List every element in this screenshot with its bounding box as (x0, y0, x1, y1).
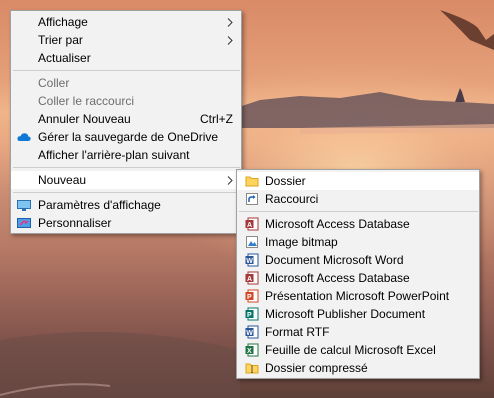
submenu-item-excel[interactable]: X Feuille de calcul Microsoft Excel (237, 341, 479, 359)
menu-item-label: Image bitmap (265, 235, 338, 249)
powerpoint-icon: P (245, 289, 259, 303)
menu-item-label: Feuille de calcul Microsoft Excel (265, 343, 436, 357)
menu-item-label: Gérer la sauvegarde de OneDrive (38, 130, 219, 144)
chevron-right-icon (227, 36, 233, 45)
menu-item-onedrive-backup[interactable]: Gérer la sauvegarde de OneDrive (11, 128, 241, 146)
submenu-item-publisher[interactable]: P Microsoft Publisher Document (237, 305, 479, 323)
submenu-item-rtf[interactable]: W Format RTF (237, 323, 479, 341)
word-icon: W (245, 253, 259, 267)
menu-item-label: Personnaliser (38, 216, 112, 230)
menu-item-actualiser[interactable]: Actualiser (11, 49, 241, 67)
folder-icon (245, 176, 259, 187)
menu-item-affichage[interactable]: Affichage (11, 13, 241, 31)
svg-text:P: P (247, 294, 252, 301)
desktop-context-menu: Affichage Trier par Actualiser Coller Co… (10, 10, 242, 234)
menu-item-label: Paramètres d'affichage (38, 198, 161, 212)
menu-item-trier-par[interactable]: Trier par (11, 31, 241, 49)
excel-icon: X (245, 343, 259, 357)
svg-text:W: W (246, 330, 253, 337)
rtf-icon: W (245, 325, 259, 339)
menu-item-label: Document Microsoft Word (265, 253, 404, 267)
menu-separator (13, 70, 240, 71)
submenu-item-raccourci[interactable]: Raccourci (237, 190, 479, 208)
new-submenu: Dossier Raccourci A Microsoft Access Dat… (236, 169, 480, 379)
onedrive-cloud-icon (17, 133, 31, 141)
menu-item-label: Afficher l'arrière-plan suivant (38, 148, 190, 162)
menu-item-label: Actualiser (38, 51, 91, 65)
menu-item-label: Trier par (38, 33, 83, 47)
menu-item-label: Raccourci (265, 192, 319, 206)
menu-separator (239, 211, 478, 212)
menu-separator (13, 192, 240, 193)
submenu-item-image-bitmap[interactable]: Image bitmap (237, 233, 479, 251)
access-icon: A (245, 217, 259, 231)
menu-item-label: Microsoft Publisher Document (265, 307, 426, 321)
access-icon: A (245, 271, 259, 285)
menu-item-label: Dossier compressé (265, 361, 368, 375)
menu-item-label: Nouveau (38, 173, 87, 187)
menu-item-label: Coller (38, 76, 70, 90)
menu-separator (13, 167, 240, 168)
chevron-right-icon (227, 176, 233, 185)
svg-text:W: W (246, 258, 253, 265)
menu-item-next-background[interactable]: Afficher l'arrière-plan suivant (11, 146, 241, 164)
svg-text:A: A (247, 222, 252, 229)
menu-item-label: Annuler Nouveau (38, 112, 131, 126)
svg-text:X: X (247, 348, 252, 355)
display-settings-icon (17, 200, 31, 211)
menu-item-nouveau[interactable]: Nouveau (11, 171, 241, 189)
bitmap-icon (246, 236, 258, 248)
submenu-item-access-database-2[interactable]: A Microsoft Access Database (237, 269, 479, 287)
submenu-item-access-database[interactable]: A Microsoft Access Database (237, 215, 479, 233)
chevron-right-icon (227, 18, 233, 27)
submenu-item-word-document[interactable]: W Document Microsoft Word (237, 251, 479, 269)
shortcut-label: Ctrl+Z (200, 112, 233, 126)
submenu-item-dossier[interactable]: Dossier (237, 172, 479, 190)
menu-item-coller[interactable]: Coller (11, 74, 241, 92)
svg-text:A: A (247, 276, 252, 283)
menu-item-display-settings[interactable]: Paramètres d'affichage (11, 196, 241, 214)
submenu-item-zip-folder[interactable]: Dossier compressé (237, 359, 479, 377)
submenu-item-powerpoint[interactable]: P Présentation Microsoft PowerPoint (237, 287, 479, 305)
menu-item-label: Microsoft Access Database (265, 271, 410, 285)
menu-item-label: Format RTF (265, 325, 330, 339)
personalize-icon (17, 218, 31, 228)
menu-item-label: Présentation Microsoft PowerPoint (265, 289, 450, 303)
menu-item-label: Microsoft Access Database (265, 217, 410, 231)
publisher-icon: P (245, 307, 259, 321)
menu-item-annuler-nouveau[interactable]: Annuler Nouveau Ctrl+Z (11, 110, 241, 128)
zip-folder-icon (245, 363, 259, 374)
menu-item-label: Affichage (38, 15, 88, 29)
shortcut-icon (246, 193, 258, 205)
menu-item-label: Dossier (265, 174, 306, 188)
menu-item-label: Coller le raccourci (38, 94, 135, 108)
menu-item-personnaliser[interactable]: Personnaliser (11, 214, 241, 232)
svg-text:P: P (247, 312, 252, 319)
menu-item-coller-raccourci[interactable]: Coller le raccourci (11, 92, 241, 110)
